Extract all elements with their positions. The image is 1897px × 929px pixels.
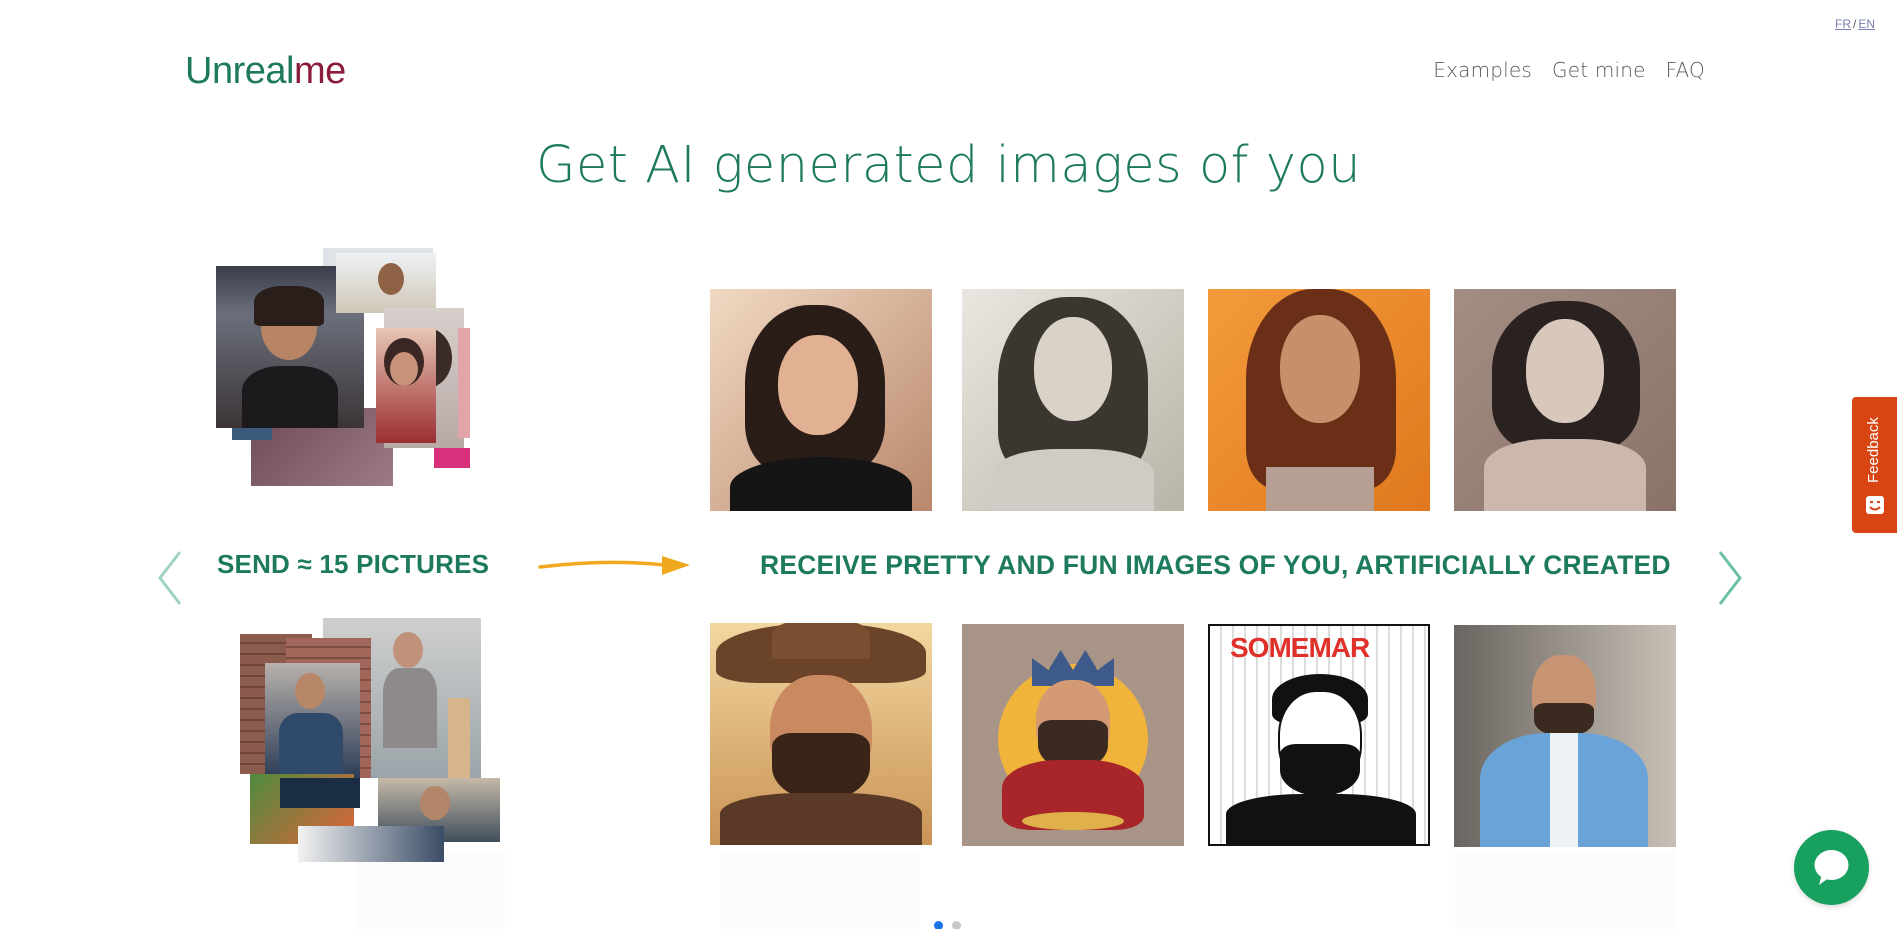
- generated-portrait-woman-studio: [710, 289, 932, 511]
- slider-dot-1[interactable]: [934, 921, 943, 929]
- background-column: [720, 850, 920, 929]
- generated-portrait-man-cowboy: [710, 623, 932, 845]
- brand-logo-part1: Unreal: [185, 50, 294, 92]
- input-photo: [434, 448, 470, 468]
- input-photo: [280, 778, 360, 808]
- feedback-face-icon: [1866, 496, 1884, 514]
- input-photos-collage-top: [216, 248, 496, 486]
- feedback-label: Feedback: [1865, 417, 1882, 483]
- background-column: [1455, 850, 1675, 929]
- receive-caption: RECEIVE PRETTY AND FUN IMAGES OF YOU, AR…: [760, 550, 1671, 580]
- chat-launcher-button[interactable]: [1794, 830, 1869, 905]
- input-photos-collage-bottom: [240, 618, 510, 862]
- comic-title: SOMEMAR: [1230, 632, 1370, 663]
- nav-examples-link[interactable]: Examples: [1433, 58, 1532, 82]
- lang-fr-link[interactable]: FR: [1835, 17, 1851, 31]
- generated-portrait-woman-orange: [1208, 289, 1430, 511]
- send-caption: SEND ≈ 15 PICTURES: [217, 549, 490, 579]
- input-photo: [298, 826, 444, 862]
- generated-portrait-woman-pencil: [1454, 289, 1676, 511]
- brand-logo[interactable]: Unrealme: [185, 50, 346, 93]
- slider-pagination: [934, 921, 961, 929]
- nav-get-mine-link[interactable]: Get mine: [1552, 58, 1646, 82]
- input-photo: [336, 253, 436, 313]
- lang-separator: /: [1852, 17, 1857, 31]
- input-photo: [458, 328, 470, 438]
- feedback-tab[interactable]: Feedback: [1852, 397, 1897, 533]
- arrow-right-icon: [538, 556, 690, 575]
- slider-dot-2[interactable]: [952, 921, 961, 929]
- nav-faq-link[interactable]: FAQ: [1666, 58, 1705, 82]
- input-photo: [265, 663, 360, 778]
- lang-en-link[interactable]: EN: [1858, 17, 1875, 31]
- hero-headline: Get AI generated images of you: [535, 136, 1362, 195]
- chevron-left-icon[interactable]: [152, 548, 188, 608]
- generated-portrait-man-comic: SOMEMAR: [1208, 624, 1430, 846]
- generated-portrait-woman-sketch: [962, 289, 1184, 511]
- generated-portrait-man-king: [962, 624, 1184, 846]
- language-switch: FR / EN: [1835, 17, 1875, 31]
- chat-bubble-icon: [1814, 850, 1849, 885]
- brand-logo-part2: me: [293, 50, 346, 92]
- input-photo: [376, 328, 436, 443]
- main-nav: Examples Get mine FAQ: [1433, 58, 1705, 82]
- generated-portrait-man-suit: [1454, 625, 1676, 847]
- chevron-right-icon[interactable]: [1712, 548, 1748, 608]
